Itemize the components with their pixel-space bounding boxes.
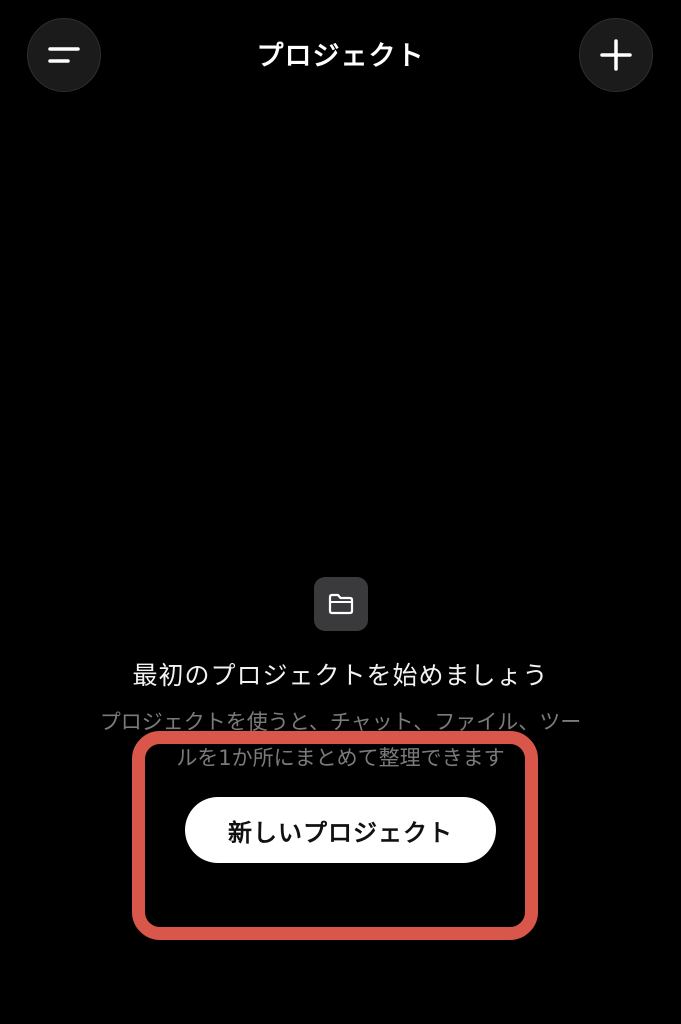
- folder-icon: [328, 593, 354, 615]
- empty-state-description: プロジェクトを使うと、チャット、ファイル、ツールを1か所にまとめて整理できます: [99, 710, 582, 770]
- plus-icon: [600, 39, 632, 71]
- empty-state-title: 最初のプロジェクトを始めましょう: [132, 661, 549, 690]
- add-project-button[interactable]: [579, 18, 653, 92]
- new-project-button[interactable]: 新しいプロジェクト: [185, 797, 496, 863]
- projects-screen: プロジェクト 最初のプロジェクトを始めましょう プロジェクトを使うと、チャット、…: [0, 0, 681, 1024]
- empty-state-icon: [314, 577, 368, 631]
